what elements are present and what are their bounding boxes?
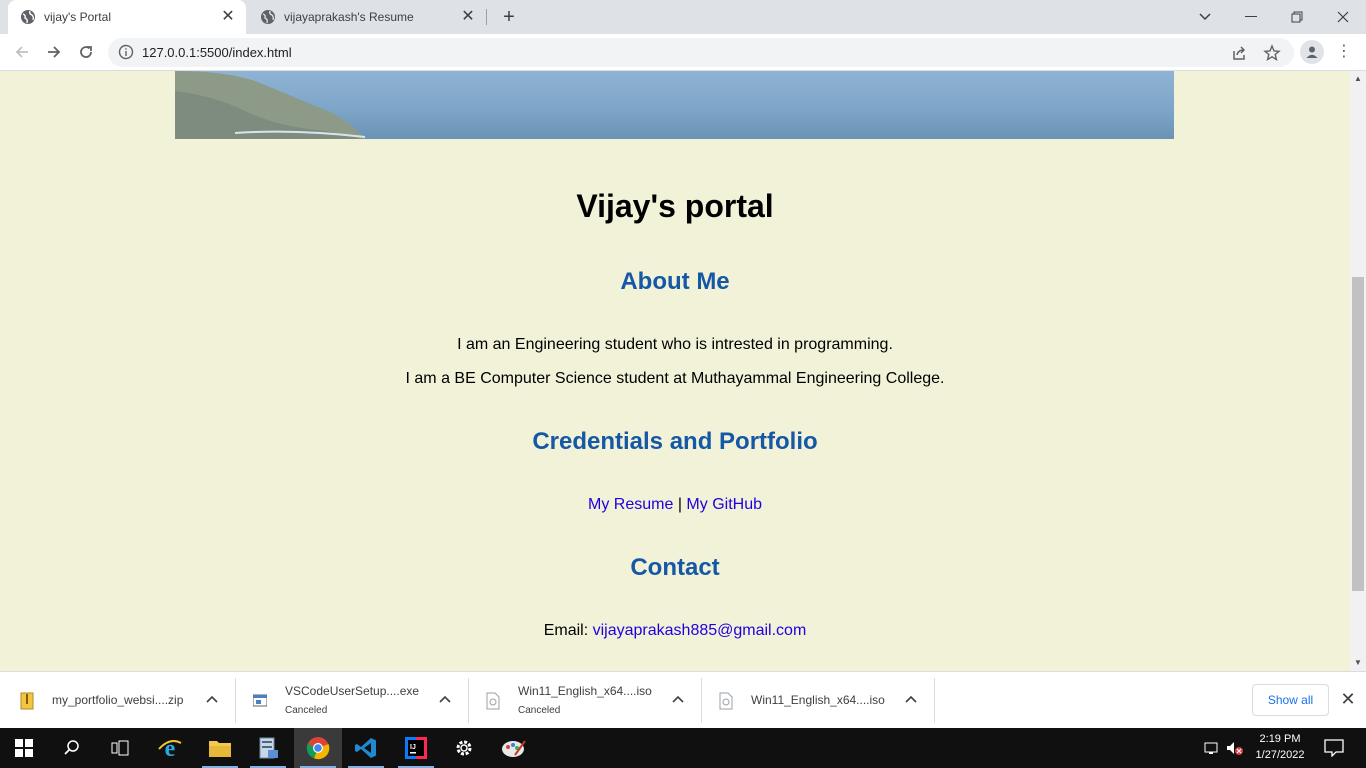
globe-icon bbox=[261, 10, 275, 24]
profile-avatar-icon[interactable] bbox=[1300, 40, 1324, 64]
contact-line: Email: vijayaprakash885@gmail.com bbox=[0, 622, 1350, 640]
svg-text:IJ: IJ bbox=[410, 744, 416, 751]
resume-link[interactable]: My Resume bbox=[588, 496, 673, 513]
address-bar[interactable]: 127.0.0.1:5500/index.html bbox=[108, 38, 1294, 67]
volume-muted-icon[interactable] bbox=[1226, 740, 1244, 756]
file-explorer-icon[interactable] bbox=[196, 728, 244, 768]
reload-button[interactable] bbox=[72, 38, 100, 66]
show-all-downloads-button[interactable]: Show all bbox=[1252, 684, 1329, 716]
clock-time: 2:19 PM bbox=[1259, 733, 1301, 745]
page-scrollbar[interactable]: ▲ ▼ bbox=[1350, 71, 1366, 671]
info-icon[interactable] bbox=[118, 44, 134, 60]
scroll-down-arrow-icon[interactable]: ▼ bbox=[1350, 655, 1366, 671]
close-window-button[interactable] bbox=[1320, 0, 1366, 34]
clock-date: 1/27/2022 bbox=[1255, 749, 1305, 761]
iso-file-icon bbox=[719, 692, 733, 710]
new-tab-button[interactable]: + bbox=[498, 6, 520, 28]
download-item[interactable]: VSCodeUserSetup....exe Canceled bbox=[237, 678, 469, 723]
iso-file-icon bbox=[486, 692, 500, 710]
credentials-heading: Credentials and Portfolio bbox=[532, 428, 818, 455]
settings-gear-icon[interactable] bbox=[440, 728, 488, 768]
chevron-up-icon[interactable] bbox=[904, 692, 918, 706]
vscode-icon[interactable] bbox=[342, 728, 390, 768]
network-icon[interactable] bbox=[1204, 740, 1222, 756]
github-link[interactable]: My GitHub bbox=[686, 496, 762, 513]
tab-strip: vijay's Portal ✕ vijayaprakash's Resume … bbox=[0, 0, 1366, 34]
menu-kebab-icon[interactable]: ⋮ bbox=[1334, 40, 1354, 64]
download-shelf: my_portfolio_websi....zip VSCodeUserSetu… bbox=[0, 671, 1366, 728]
forward-button[interactable] bbox=[40, 38, 68, 66]
link-separator: | bbox=[677, 496, 682, 513]
zip-file-icon bbox=[20, 692, 34, 710]
svg-text:e: e bbox=[165, 736, 176, 761]
download-item[interactable]: Win11_English_x64....iso bbox=[703, 678, 935, 723]
banner-image bbox=[175, 71, 1174, 139]
globe-icon bbox=[21, 10, 35, 24]
system-clock[interactable]: 2:19 PM 1/27/2022 bbox=[1248, 731, 1312, 763]
chevron-up-icon[interactable] bbox=[671, 692, 685, 706]
tab-separator bbox=[486, 9, 487, 25]
page-viewport: Vijay's portal About Me I am an Engineer… bbox=[0, 71, 1350, 671]
paint-icon[interactable] bbox=[490, 728, 538, 768]
download-status: Canceled bbox=[285, 705, 328, 716]
about-line-2: I am a BE Computer Science student at Mu… bbox=[405, 370, 945, 387]
minimize-button[interactable] bbox=[1228, 0, 1274, 34]
back-button[interactable] bbox=[8, 38, 36, 66]
page-title: Vijay's portal bbox=[576, 188, 774, 224]
download-status: Canceled bbox=[518, 705, 561, 716]
tab-close-icon[interactable]: ✕ bbox=[220, 9, 236, 25]
exe-file-icon bbox=[253, 694, 267, 707]
browser-toolbar: 127.0.0.1:5500/index.html ⋮ bbox=[0, 34, 1366, 71]
windows-start-icon[interactable] bbox=[0, 728, 48, 768]
internet-explorer-icon[interactable]: e bbox=[146, 728, 194, 768]
notifications-icon[interactable] bbox=[1324, 739, 1344, 757]
chrome-icon[interactable] bbox=[294, 728, 342, 768]
tab-vijays-portal[interactable]: vijay's Portal ✕ bbox=[8, 0, 246, 34]
intellij-icon[interactable]: IJ bbox=[392, 728, 440, 768]
close-shelf-icon[interactable]: ✕ bbox=[1338, 689, 1358, 709]
coast-cliff-illustration bbox=[175, 71, 366, 139]
credentials-links: My Resume | My GitHub bbox=[0, 496, 1350, 514]
contact-heading: Contact bbox=[630, 554, 720, 581]
task-view-icon[interactable] bbox=[96, 728, 144, 768]
tab-title: vijayaprakash's Resume bbox=[284, 10, 414, 24]
windows-taskbar: e IJ 2:19 PM 1/27/2022 bbox=[0, 728, 1366, 768]
restore-button[interactable] bbox=[1274, 0, 1320, 34]
about-line-1: I am an Engineering student who is intre… bbox=[457, 336, 893, 353]
share-icon[interactable] bbox=[1230, 44, 1248, 62]
chevron-up-icon[interactable] bbox=[438, 692, 452, 706]
download-filename: Win11_English_x64....iso bbox=[518, 684, 652, 698]
download-filename: my_portfolio_websi....zip bbox=[52, 693, 184, 707]
download-item[interactable]: Win11_English_x64....iso Canceled bbox=[470, 678, 702, 723]
bookmark-star-icon[interactable] bbox=[1263, 44, 1281, 62]
about-heading: About Me bbox=[620, 268, 730, 295]
chevron-up-icon[interactable] bbox=[205, 692, 219, 706]
download-filename: VSCodeUserSetup....exe bbox=[285, 684, 420, 698]
search-icon[interactable] bbox=[48, 728, 96, 768]
tab-title: vijay's Portal bbox=[44, 10, 111, 24]
scroll-up-arrow-icon[interactable]: ▲ bbox=[1350, 71, 1366, 87]
download-filename: Win11_English_x64....iso bbox=[751, 693, 885, 707]
tab-close-icon[interactable]: ✕ bbox=[460, 9, 476, 25]
server-manager-icon[interactable] bbox=[244, 728, 292, 768]
email-link[interactable]: vijayaprakash885@gmail.com bbox=[593, 622, 807, 639]
download-item[interactable]: my_portfolio_websi....zip bbox=[4, 678, 236, 723]
email-label: Email: bbox=[543, 622, 589, 639]
url-text[interactable]: 127.0.0.1:5500/index.html bbox=[142, 45, 292, 60]
scroll-thumb[interactable] bbox=[1352, 277, 1364, 591]
tab-search-chevron-icon[interactable] bbox=[1182, 0, 1228, 34]
tab-resume[interactable]: vijayaprakash's Resume ✕ bbox=[248, 0, 486, 34]
